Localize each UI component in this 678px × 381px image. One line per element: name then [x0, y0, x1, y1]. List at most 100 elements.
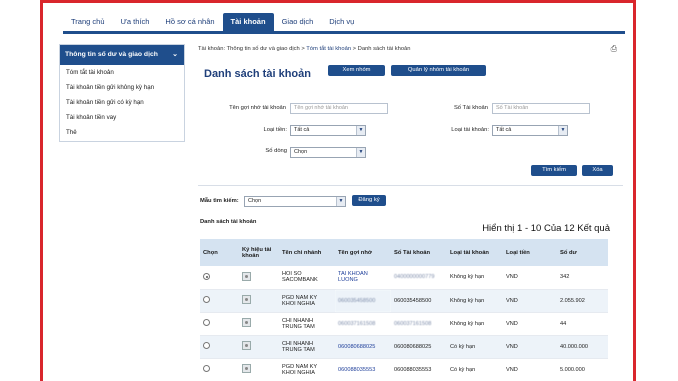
account-symbol-icon	[242, 295, 251, 304]
nickname-link[interactable]: 060088035553	[335, 358, 391, 381]
breadcrumb: Tài khoản: Thông tin số dư và giao dịch …	[198, 44, 623, 54]
account-type-label: Loại tài khoản:	[451, 127, 489, 133]
row-radio[interactable]	[203, 272, 210, 280]
currency-cell: VND	[503, 289, 557, 313]
account-symbol-icon	[242, 271, 251, 281]
table-row[interactable]: PGD NAM KY KHOI NGHIA 060088035553 06008…	[200, 358, 608, 381]
nav-underline	[63, 31, 625, 34]
account-symbol-icon	[242, 318, 251, 327]
chevron-down-icon: ▼	[356, 148, 365, 157]
tab-home[interactable]: Trang chủ	[63, 13, 113, 31]
branch-cell: PGD NAM KY KHOI NGHIA	[279, 358, 335, 381]
currency-cell: VND	[503, 266, 557, 290]
currency-value: Tất cả	[294, 127, 310, 133]
sidebar-header-label: Thông tin số dư và giao dịch	[65, 51, 158, 58]
account-number-cell: 0400000000779	[391, 266, 447, 290]
currency-cell: VND	[503, 312, 557, 336]
divider	[198, 185, 623, 186]
branch-cell: PGD NAM KY KHOI NGHIA	[279, 289, 335, 313]
template-label: Mẫu tìm kiếm:	[200, 198, 239, 204]
balance-cell: 40.000.000	[557, 335, 608, 359]
clear-button[interactable]: Xóa	[582, 165, 613, 176]
tab-profile[interactable]: Hồ sơ cá nhân	[157, 13, 222, 31]
account-number-label: Số Tài khoản	[453, 105, 488, 111]
tab-favorites[interactable]: Ưa thích	[113, 13, 158, 31]
sidebar-item-loan[interactable]: Tài khoản tiền vay	[60, 110, 184, 125]
col-header-account-type: Loại tài khoản	[447, 239, 503, 266]
nickname-link[interactable]: TAI KHOAN LUONG	[335, 266, 391, 290]
balance-cell: 44	[557, 312, 608, 336]
currency-cell: VND	[503, 358, 557, 381]
table-header-row: Chọn Ký hiệu tài khoản Tên chi nhánh Tên…	[200, 239, 608, 266]
main-content: Tài khoản: Thông tin số dư và giao dịch …	[198, 44, 623, 381]
row-radio[interactable]	[203, 319, 210, 326]
currency-label: Loại tiền:	[263, 127, 287, 133]
nickname-link[interactable]: 060035458500	[335, 289, 391, 313]
tab-services[interactable]: Dịch vụ	[321, 13, 362, 31]
rows-select[interactable]: Chọn ▼	[290, 147, 366, 158]
currency-select[interactable]: Tất cả ▼	[290, 125, 366, 136]
branch-cell: CHI NHANH TRUNG TAM	[279, 312, 335, 336]
page-frame: Trang chủ Ưa thích Hồ sơ cá nhân Tài kho…	[40, 0, 636, 381]
account-symbol-icon	[242, 341, 251, 350]
accounts-table: Chọn Ký hiệu tài khoản Tên chi nhánh Tên…	[200, 239, 608, 381]
account-number-cell: 060088035553	[391, 358, 447, 381]
top-navigation: Trang chủ Ưa thích Hồ sơ cá nhân Tài kho…	[63, 13, 362, 31]
account-type-select[interactable]: Tất cả ▼	[492, 125, 568, 136]
account-number-cell: 060035458500	[391, 289, 447, 313]
account-type-cell: Không kỳ hạn	[447, 312, 503, 336]
col-header-nickname: Tên gợi nhớ	[335, 239, 391, 266]
account-number-cell: 060037161508	[391, 312, 447, 336]
rows-label: Số dòng	[265, 148, 287, 154]
search-button[interactable]: Tìm kiếm	[531, 165, 577, 176]
nickname-link[interactable]: 060037161508	[335, 312, 391, 336]
chevron-down-icon: ▼	[558, 126, 567, 135]
col-header-account-number: Số Tài khoản	[391, 239, 447, 266]
account-type-cell: Không kỳ hạn	[447, 266, 503, 290]
balance-cell: 5.000.000	[557, 358, 608, 381]
result-summary: Hiển thị 1 - 10 Của 12 Kết quả	[482, 223, 610, 234]
table-row[interactable]: CHI NHANH TRUNG TAM 060037161508 0600371…	[200, 312, 608, 336]
col-header-account-symbol: Ký hiệu tài khoản	[239, 239, 279, 266]
col-header-currency: Loại tiền	[503, 239, 557, 266]
col-header-select: Chọn	[200, 239, 239, 266]
chevron-down-icon: ▼	[336, 197, 345, 206]
account-number-cell: 060080688025	[391, 335, 447, 359]
tab-transactions[interactable]: Giao dịch	[274, 13, 322, 31]
nickname-input[interactable]: Tên gợi nhớ tài khoản	[290, 103, 388, 114]
balance-cell: 342	[557, 266, 608, 290]
row-radio[interactable]	[203, 365, 210, 372]
table-row[interactable]: PGD NAM KY KHOI NGHIA 060035458500 06003…	[200, 289, 608, 313]
manage-group-button[interactable]: Quản lý nhóm tài khoản	[391, 65, 486, 76]
view-group-button[interactable]: Xem nhóm	[328, 65, 385, 76]
template-value: Chọn	[248, 198, 262, 204]
account-type-cell: Không kỳ hạn	[447, 289, 503, 313]
sidebar-item-term-deposit[interactable]: Tài khoản tiền gửi có kỳ hạn	[60, 95, 184, 110]
sidebar-item-demand-deposit[interactable]: Tài khoản tiền gửi không kỳ hạn	[60, 80, 184, 95]
breadcrumb-current: > Danh sách tài khoản	[351, 46, 411, 52]
register-button[interactable]: Đăng ký	[352, 195, 386, 206]
balance-cell: 2.055.902	[557, 289, 608, 313]
account-type-cell: Có kỳ hạn	[447, 358, 503, 381]
col-header-branch: Tên chi nhánh	[279, 239, 335, 266]
tab-accounts[interactable]: Tài khoản	[222, 13, 274, 31]
row-radio[interactable]	[203, 342, 210, 349]
sidebar: Thông tin số dư và giao dịch ⌄ Tóm tắt t…	[59, 44, 185, 142]
branch-cell: CHI NHANH TRUNG TAM	[279, 335, 335, 359]
sidebar-item-card[interactable]: Thẻ	[60, 125, 184, 141]
sidebar-item-summary[interactable]: Tóm tắt tài khoản	[60, 65, 184, 80]
nickname-link[interactable]: 060080688025	[335, 335, 391, 359]
table-row[interactable]: CHI NHANH TRUNG TAM 060080688025 0600806…	[200, 335, 608, 359]
row-radio[interactable]	[203, 296, 210, 303]
chevron-down-icon: ⌄	[172, 51, 178, 58]
breadcrumb-link-summary[interactable]: Tóm tắt tài khoản	[306, 46, 351, 52]
account-number-input[interactable]: Số Tài khoản	[492, 103, 590, 114]
print-icon[interactable]: ⎙	[611, 44, 617, 54]
account-type-cell: Có kỳ hạn	[447, 335, 503, 359]
branch-cell: HOI SO SACOMBANK	[279, 266, 335, 290]
template-select[interactable]: Chọn ▼	[244, 196, 346, 207]
sidebar-header[interactable]: Thông tin số dư và giao dịch ⌄	[60, 45, 184, 65]
rows-value: Chọn	[294, 149, 308, 155]
currency-cell: VND	[503, 335, 557, 359]
table-row[interactable]: HOI SO SACOMBANK TAI KHOAN LUONG 0400000…	[200, 266, 608, 290]
